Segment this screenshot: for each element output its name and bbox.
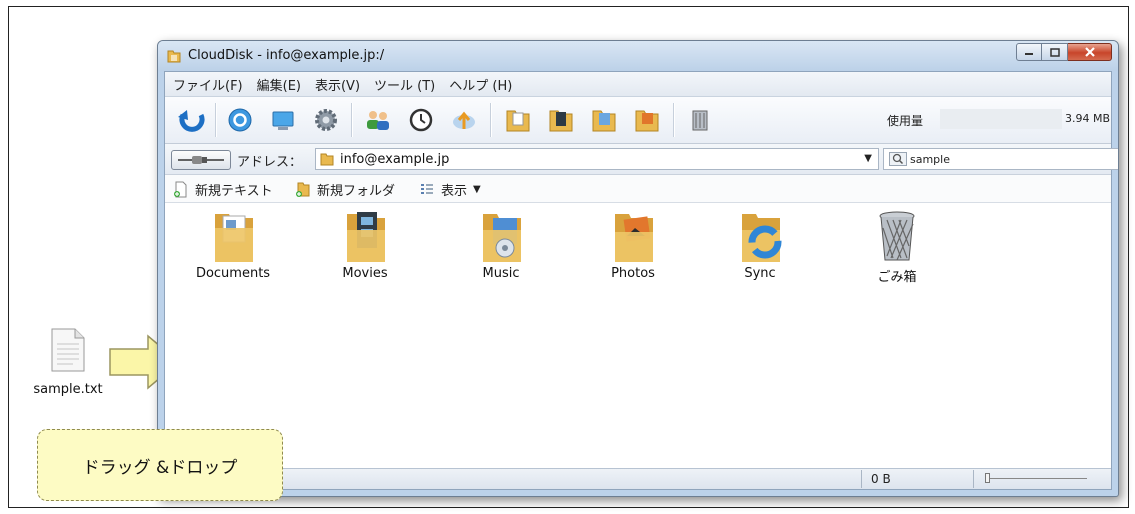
new-folder-label: 新規フォルダ xyxy=(317,184,396,199)
desktop-file-name: sample.txt xyxy=(33,382,103,397)
clock-icon[interactable] xyxy=(406,105,436,135)
chevron-down-icon[interactable]: ▼ xyxy=(864,153,872,164)
refresh-icon[interactable] xyxy=(177,105,207,135)
movies-folder-icon[interactable] xyxy=(546,105,576,135)
minimize-icon xyxy=(1025,53,1033,55)
music-folder-icon xyxy=(483,214,521,262)
zoom-slider-track[interactable] xyxy=(987,478,1087,479)
file-item-documents[interactable]: Documents xyxy=(173,208,293,281)
callout-text: ドラッグ &ドロップ xyxy=(82,457,238,478)
file-name: Photos xyxy=(611,266,655,281)
menu-view[interactable]: 表示(V) xyxy=(315,75,360,94)
file-item-music[interactable]: Music xyxy=(441,208,561,281)
title-bar[interactable]: CloudDisk - info@example.jp:/ xyxy=(158,41,1118,71)
trash-icon xyxy=(879,211,915,261)
chevron-down-icon: ▼ xyxy=(473,184,481,195)
search-icon xyxy=(889,152,907,166)
status-bar: 0 B xyxy=(165,468,1111,489)
view-label: 表示 xyxy=(441,184,468,199)
address-label: アドレス： xyxy=(237,155,303,170)
menu-help[interactable]: ヘルプ (H) xyxy=(449,75,512,94)
trash-icon[interactable] xyxy=(685,105,715,135)
folder-icon xyxy=(320,153,334,166)
minimize-button[interactable] xyxy=(1016,43,1042,61)
app-folder-icon xyxy=(167,50,181,63)
menu-edit[interactable]: 編集(E) xyxy=(257,75,301,94)
address-input[interactable]: info@example.jp ▼ xyxy=(315,148,879,170)
zoom-slider-thumb[interactable] xyxy=(985,473,990,483)
maximize-icon xyxy=(1049,47,1060,57)
drag-drop-callout: ドラッグ &ドロップ xyxy=(37,429,283,501)
usage-label: 使用量 xyxy=(887,114,924,128)
menu-file[interactable]: ファイル(F) xyxy=(173,75,243,94)
photos-folder-icon xyxy=(615,214,653,262)
file-name: Music xyxy=(482,266,520,281)
new-text-button[interactable]: 新規テキスト xyxy=(173,180,273,199)
menu-tools[interactable]: ツール (T) xyxy=(374,75,435,94)
connection-button[interactable] xyxy=(171,150,231,170)
documents-folder-icon[interactable] xyxy=(503,105,533,135)
close-icon xyxy=(1084,47,1095,57)
list-view-icon xyxy=(421,184,433,194)
status-size: 0 B xyxy=(871,472,891,486)
file-item-photos[interactable]: Photos xyxy=(573,208,693,281)
plug-icon xyxy=(178,156,224,164)
window-title: CloudDisk - info@example.jp:/ xyxy=(188,48,385,63)
usage-value: 3.94 MB xyxy=(1065,112,1111,125)
photos-folder-icon[interactable] xyxy=(632,105,662,135)
file-name: Sync xyxy=(744,266,776,281)
address-value: info@example.jp xyxy=(340,152,450,167)
new-text-icon xyxy=(174,181,187,198)
close-button[interactable] xyxy=(1068,43,1112,61)
documents-folder-icon xyxy=(215,214,253,262)
address-bar: アドレス： info@example.jp ▼ sample xyxy=(165,144,1118,175)
new-folder-button[interactable]: 新規フォルダ xyxy=(295,180,395,199)
clouddisk-window: CloudDisk - info@example.jp:/ ファイル(F) 編集… xyxy=(157,40,1119,497)
toolbar: 使用量 3.94 MB xyxy=(165,97,1111,144)
sync-folder-icon xyxy=(742,214,782,262)
settings-gear-icon[interactable] xyxy=(311,105,341,135)
search-input[interactable]: sample xyxy=(883,148,1118,170)
sync-circle-icon[interactable] xyxy=(225,105,255,135)
new-folder-icon xyxy=(296,182,310,197)
menu-bar: ファイル(F) 編集(E) 表示(V) ツール (T) ヘルプ (H) xyxy=(165,72,1111,97)
action-bar: 新規テキスト 新規フォルダ 表示 ▼ xyxy=(165,175,1111,203)
usage-bar xyxy=(940,109,1062,129)
monitor-icon[interactable] xyxy=(268,105,298,135)
new-text-label: 新規テキスト xyxy=(195,184,273,199)
maximize-button[interactable] xyxy=(1042,43,1068,61)
file-item-sync[interactable]: Sync xyxy=(700,208,820,281)
upload-cloud-icon[interactable] xyxy=(449,105,479,135)
search-value: sample xyxy=(910,153,950,166)
file-item-movies[interactable]: Movies xyxy=(305,208,425,281)
file-name: ごみ箱 xyxy=(877,270,917,285)
music-folder-icon[interactable] xyxy=(589,105,619,135)
window-content: ファイル(F) 編集(E) 表示(V) ツール (T) ヘルプ (H) 使用量 … xyxy=(164,71,1118,490)
text-file-icon xyxy=(51,328,85,372)
file-name: Movies xyxy=(342,266,388,281)
movies-folder-icon xyxy=(347,212,385,262)
file-item-trash[interactable]: ごみ箱 xyxy=(837,208,957,285)
users-icon[interactable] xyxy=(363,105,393,135)
desktop-file[interactable]: sample.txt xyxy=(28,328,108,397)
file-name: Documents xyxy=(195,266,271,281)
view-button[interactable]: 表示 ▼ xyxy=(419,180,481,199)
file-area: Documents Movies Music Photos Sync ごみ箱 xyxy=(165,203,1111,469)
